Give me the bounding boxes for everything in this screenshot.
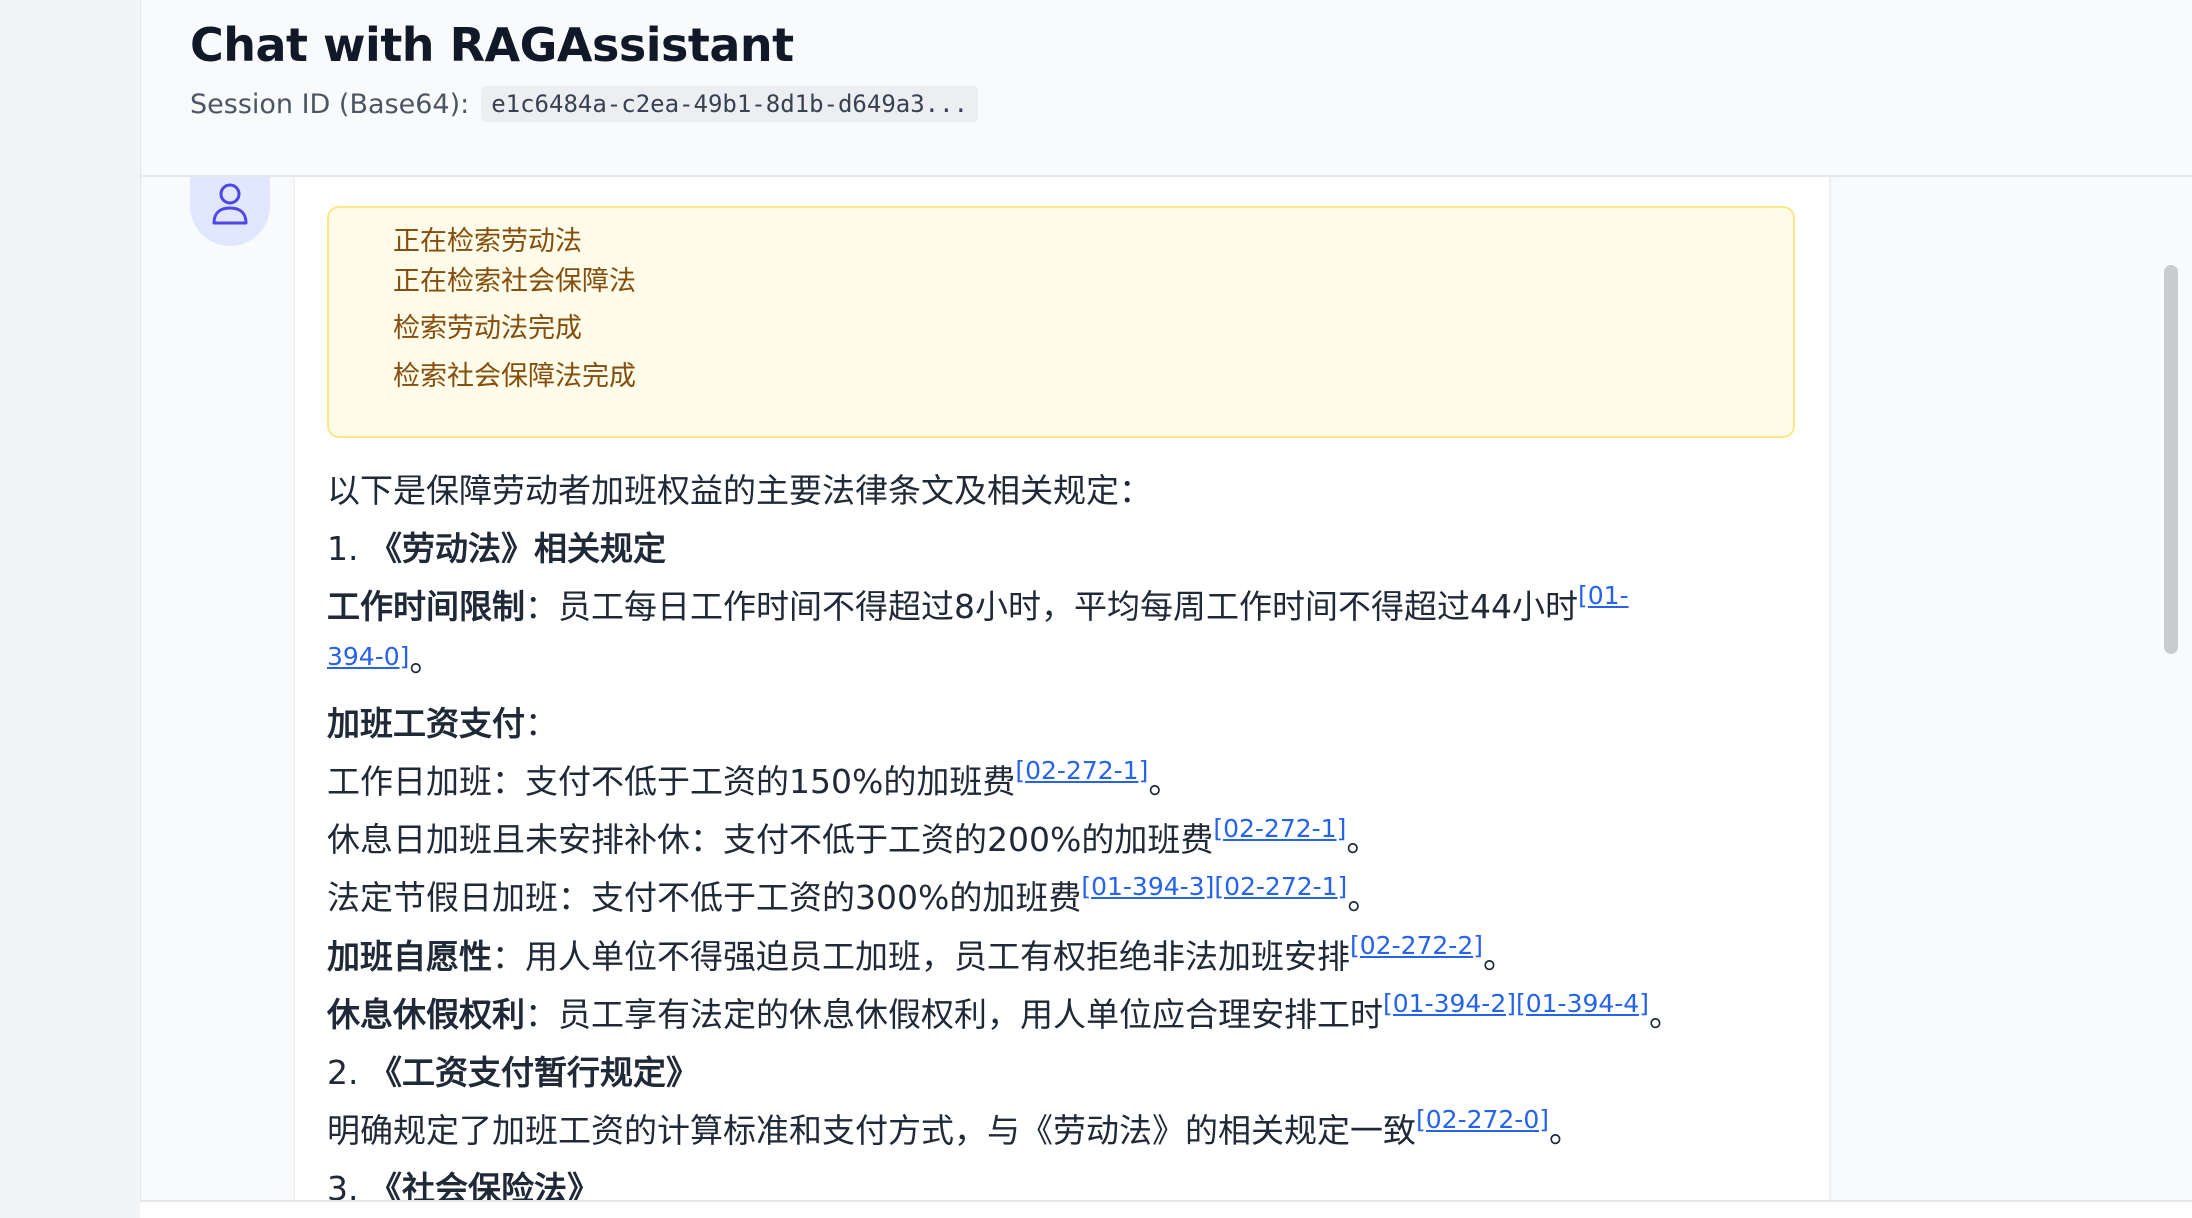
- status-line: 检索劳动法完成: [393, 313, 582, 344]
- restday-item: 休息日加班且未安排补休：支付不低于工资的200%的加班费[02-272-1]。: [327, 814, 1380, 859]
- retrieval-status-box: 正在检索劳动法 正在检索社会保障法 检索劳动法完成 检索社会保障法完成: [327, 206, 1795, 438]
- status-line: 检索社会保障法完成: [393, 361, 636, 392]
- avatar: [190, 175, 270, 246]
- work-time-continued: 394-0]。: [327, 640, 443, 679]
- citation-link[interactable]: 394-0]: [327, 642, 409, 671]
- wage-rule-item: 明确规定了加班工资的计算标准和支付方式，与《劳动法》的相关规定一致[02-272…: [327, 1105, 1582, 1150]
- citation-link[interactable]: [01-394-3]: [1081, 872, 1214, 901]
- citation-link[interactable]: [02-272-0]: [1416, 1105, 1549, 1134]
- item-label: 休息休假权利: [327, 995, 525, 1034]
- citation-link[interactable]: [01-394-2]: [1383, 989, 1516, 1018]
- chat-panel: Chat with RAGAssistant Session ID (Base6…: [140, 0, 2192, 1200]
- session-id: e1c6484a-c2ea-49b1-8d1b-d649a3...: [481, 86, 979, 122]
- citation-link[interactable]: [02-272-2]: [1350, 931, 1483, 960]
- workday-item: 工作日加班：支付不低于工资的150%的加班费[02-272-1]。: [327, 756, 1182, 801]
- holiday-item: 法定节假日加班：支付不低于工资的300%的加班费[01-394-3][02-27…: [327, 872, 1381, 917]
- page-title: Chat with RAGAssistant: [190, 18, 794, 72]
- section-heading: 1. 《劳动法》相关规定: [327, 529, 666, 568]
- chat-header: Chat with RAGAssistant Session ID (Base6…: [141, 0, 2192, 177]
- session-label: Session ID (Base64):: [190, 88, 470, 120]
- scrollbar-thumb[interactable]: [2164, 265, 2178, 654]
- citation-link[interactable]: [01-394-4]: [1516, 989, 1649, 1018]
- bottom-edge: [140, 1200, 2192, 1218]
- pay-heading: 加班工资支付：: [327, 704, 558, 743]
- citation-link[interactable]: [02-272-1]: [1214, 872, 1347, 901]
- item-label: 工作时间限制: [327, 587, 525, 626]
- voluntary-item: 加班自愿性：用人单位不得强迫员工加班，员工有权拒绝非法加班安排[02-272-2…: [327, 931, 1516, 976]
- citation-link[interactable]: [02-272-1]: [1213, 814, 1346, 843]
- user-icon: [212, 183, 248, 225]
- section-heading: 2. 《工资支付暂行规定》: [327, 1053, 699, 1092]
- status-line: 正在检索劳动法: [393, 226, 582, 257]
- citation-link[interactable]: [01-: [1578, 581, 1629, 610]
- message-list[interactable]: 正在检索劳动法 正在检索社会保障法 检索劳动法完成 检索社会保障法完成 以下是保…: [141, 175, 2192, 1200]
- section-heading: 3. 《社会保险法》: [327, 1169, 600, 1200]
- answer-intro: 以下是保障劳动者加班权益的主要法律条文及相关规定：: [327, 471, 1152, 510]
- work-time-item: 工作时间限制：员工每日工作时间不得超过8小时，平均每周工作时间不得超过44小时[…: [327, 581, 1629, 626]
- session-info: Session ID (Base64): e1c6484a-c2ea-49b1-…: [190, 86, 979, 122]
- assistant-message: 正在检索劳动法 正在检索社会保障法 检索劳动法完成 检索社会保障法完成 以下是保…: [294, 175, 1830, 1200]
- rest-item: 休息休假权利：员工享有法定的休息休假权利，用人单位应合理安排工时[01-394-…: [327, 989, 1682, 1034]
- item-label: 加班自愿性: [327, 937, 492, 976]
- status-line: 正在检索社会保障法: [393, 266, 636, 297]
- citation-link[interactable]: [02-272-1]: [1015, 756, 1148, 785]
